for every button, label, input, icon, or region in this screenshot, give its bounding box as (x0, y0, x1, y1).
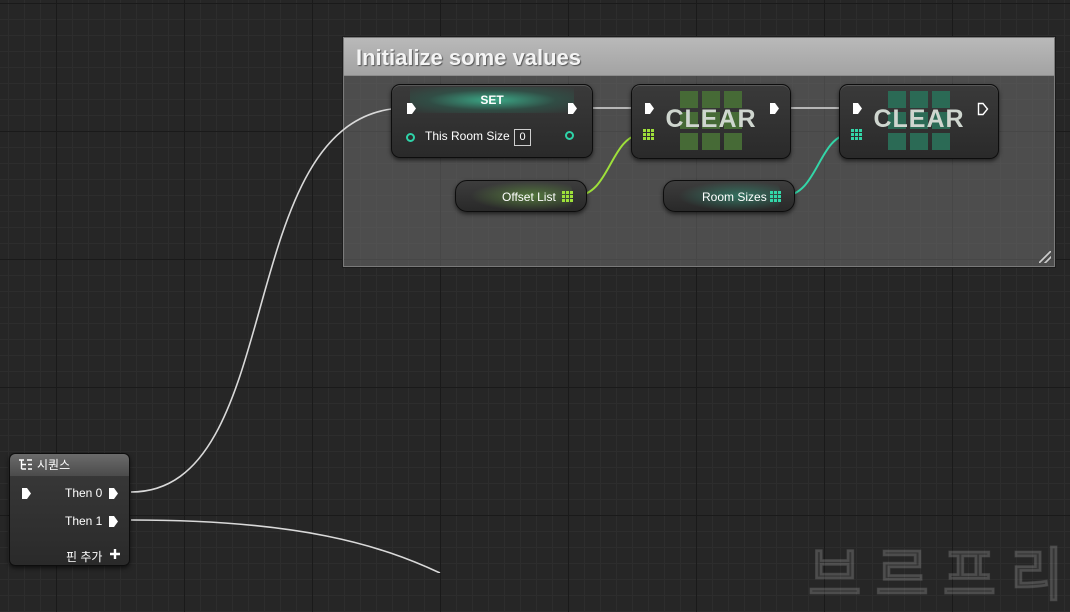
integer-output-pin-icon[interactable] (565, 131, 574, 140)
comment-title[interactable]: Initialize some values (344, 38, 1054, 76)
clear-node-label: CLEAR (665, 105, 757, 133)
sequence-node-header: 시퀀스 (10, 454, 129, 476)
then-1-exec-out-icon[interactable] (108, 515, 119, 528)
sequence-icon (19, 459, 32, 470)
sequence-node-title: 시퀀스 (37, 458, 71, 472)
exec-wire-then1 (130, 519, 441, 573)
exec-in-icon[interactable] (852, 102, 863, 115)
clear-node-room-sizes[interactable]: CLEAR (839, 84, 999, 159)
then-1-label: Then 1 (65, 514, 103, 528)
then-0-label: Then 0 (65, 486, 103, 500)
set-node-header: SET (410, 87, 574, 113)
add-pin-plus-icon[interactable] (109, 548, 121, 560)
add-pin-label[interactable]: 핀 추가 (66, 548, 102, 565)
exec-in-icon[interactable] (406, 102, 417, 115)
then-0-exec-out-icon[interactable] (108, 487, 119, 500)
clear-node-offset-list[interactable]: CLEAR (631, 84, 791, 159)
this-room-size-value-input[interactable]: 0 (514, 129, 531, 146)
this-room-size-label: This Room Size (425, 129, 510, 143)
offset-list-variable-node[interactable]: Offset List (455, 180, 587, 212)
exec-out-unconnected-icon[interactable] (977, 102, 989, 116)
room-sizes-variable-node[interactable]: Room Sizes (663, 180, 795, 212)
exec-out-icon[interactable] (769, 102, 780, 115)
clear-node-label: CLEAR (873, 105, 965, 133)
integer-input-pin-icon[interactable] (406, 133, 415, 142)
resize-handle-icon[interactable] (1039, 251, 1051, 263)
offset-list-label: Offset List (502, 190, 556, 204)
array-input-pin-icon[interactable] (643, 129, 654, 140)
watermark: 브르프리E (807, 541, 1070, 610)
array-input-pin-icon[interactable] (851, 129, 862, 140)
room-sizes-label: Room Sizes (702, 190, 767, 204)
exec-out-icon[interactable] (567, 102, 578, 115)
exec-in-icon[interactable] (644, 102, 655, 115)
array-output-pin-icon[interactable] (770, 191, 781, 202)
exec-in-icon[interactable] (21, 487, 32, 500)
array-output-pin-icon[interactable] (562, 191, 573, 202)
set-node[interactable]: SET This Room Size 0 (391, 84, 593, 158)
sequence-node[interactable]: 시퀀스 Then 0 Then 1 핀 추가 (9, 453, 130, 566)
